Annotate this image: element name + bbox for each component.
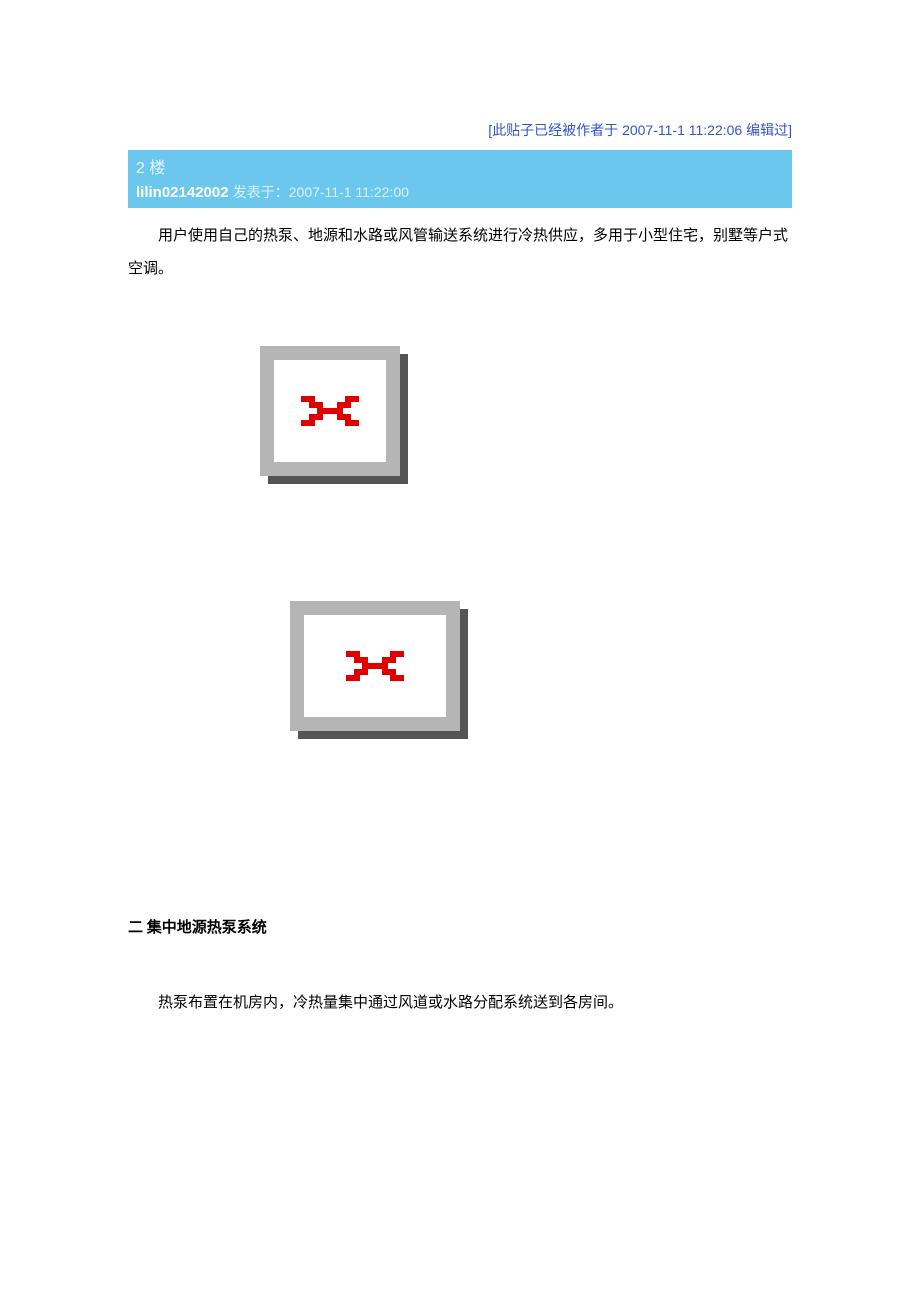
broken-image-1 xyxy=(260,346,400,476)
image-frame xyxy=(260,346,400,476)
section-paragraph: 热泵布置在机房内，冷热量集中通过风道或水路分配系统送到各房间。 xyxy=(128,987,792,1020)
broken-image-icon xyxy=(301,396,359,426)
edit-notice-timestamp: 2007-11-1 11:22:06 xyxy=(622,122,742,138)
floor-number: 2 楼 xyxy=(128,150,792,180)
section-body: 热泵布置在机房内，冷热量集中通过风道或水路分配系统送到各房间。 xyxy=(128,987,792,1020)
page-container: [此贴子已经被作者于 2007-11-1 11:22:06 编辑过] 2 楼 l… xyxy=(0,0,920,1020)
posted-time: 2007-11-1 11:22:00 xyxy=(289,184,409,200)
author-row: lilin02142002 发表于：2007-11-1 11:22:00 xyxy=(128,180,792,208)
broken-image-icon xyxy=(346,651,404,681)
paragraph-1: 用户使用自己的热泵、地源和水路或风管输送系统进行冷热供应，多用于小型住宅，别墅等… xyxy=(128,220,792,286)
edit-notice-suffix: 编辑过 xyxy=(742,122,788,138)
section-heading: 二 集中地源热泵系统 xyxy=(128,916,792,937)
image-canvas xyxy=(304,615,446,717)
image-frame xyxy=(290,601,460,731)
edit-notice: [此贴子已经被作者于 2007-11-1 11:22:06 编辑过] xyxy=(0,0,920,150)
bracket-close: ] xyxy=(788,122,792,138)
broken-image-2 xyxy=(290,601,460,731)
image-2-wrap xyxy=(290,601,920,736)
author-name[interactable]: lilin02142002 xyxy=(136,184,229,201)
post-body: 用户使用自己的热泵、地源和水路或风管输送系统进行冷热供应，多用于小型住宅，别墅等… xyxy=(128,220,792,286)
post-header: 2 楼 lilin02142002 发表于：2007-11-1 11:22:00 xyxy=(128,150,792,208)
image-1-wrap xyxy=(260,346,920,481)
edit-notice-prefix: 此贴子已经被作者于 xyxy=(492,122,622,138)
image-canvas xyxy=(274,360,386,462)
posted-label: 发表于： xyxy=(233,184,289,200)
